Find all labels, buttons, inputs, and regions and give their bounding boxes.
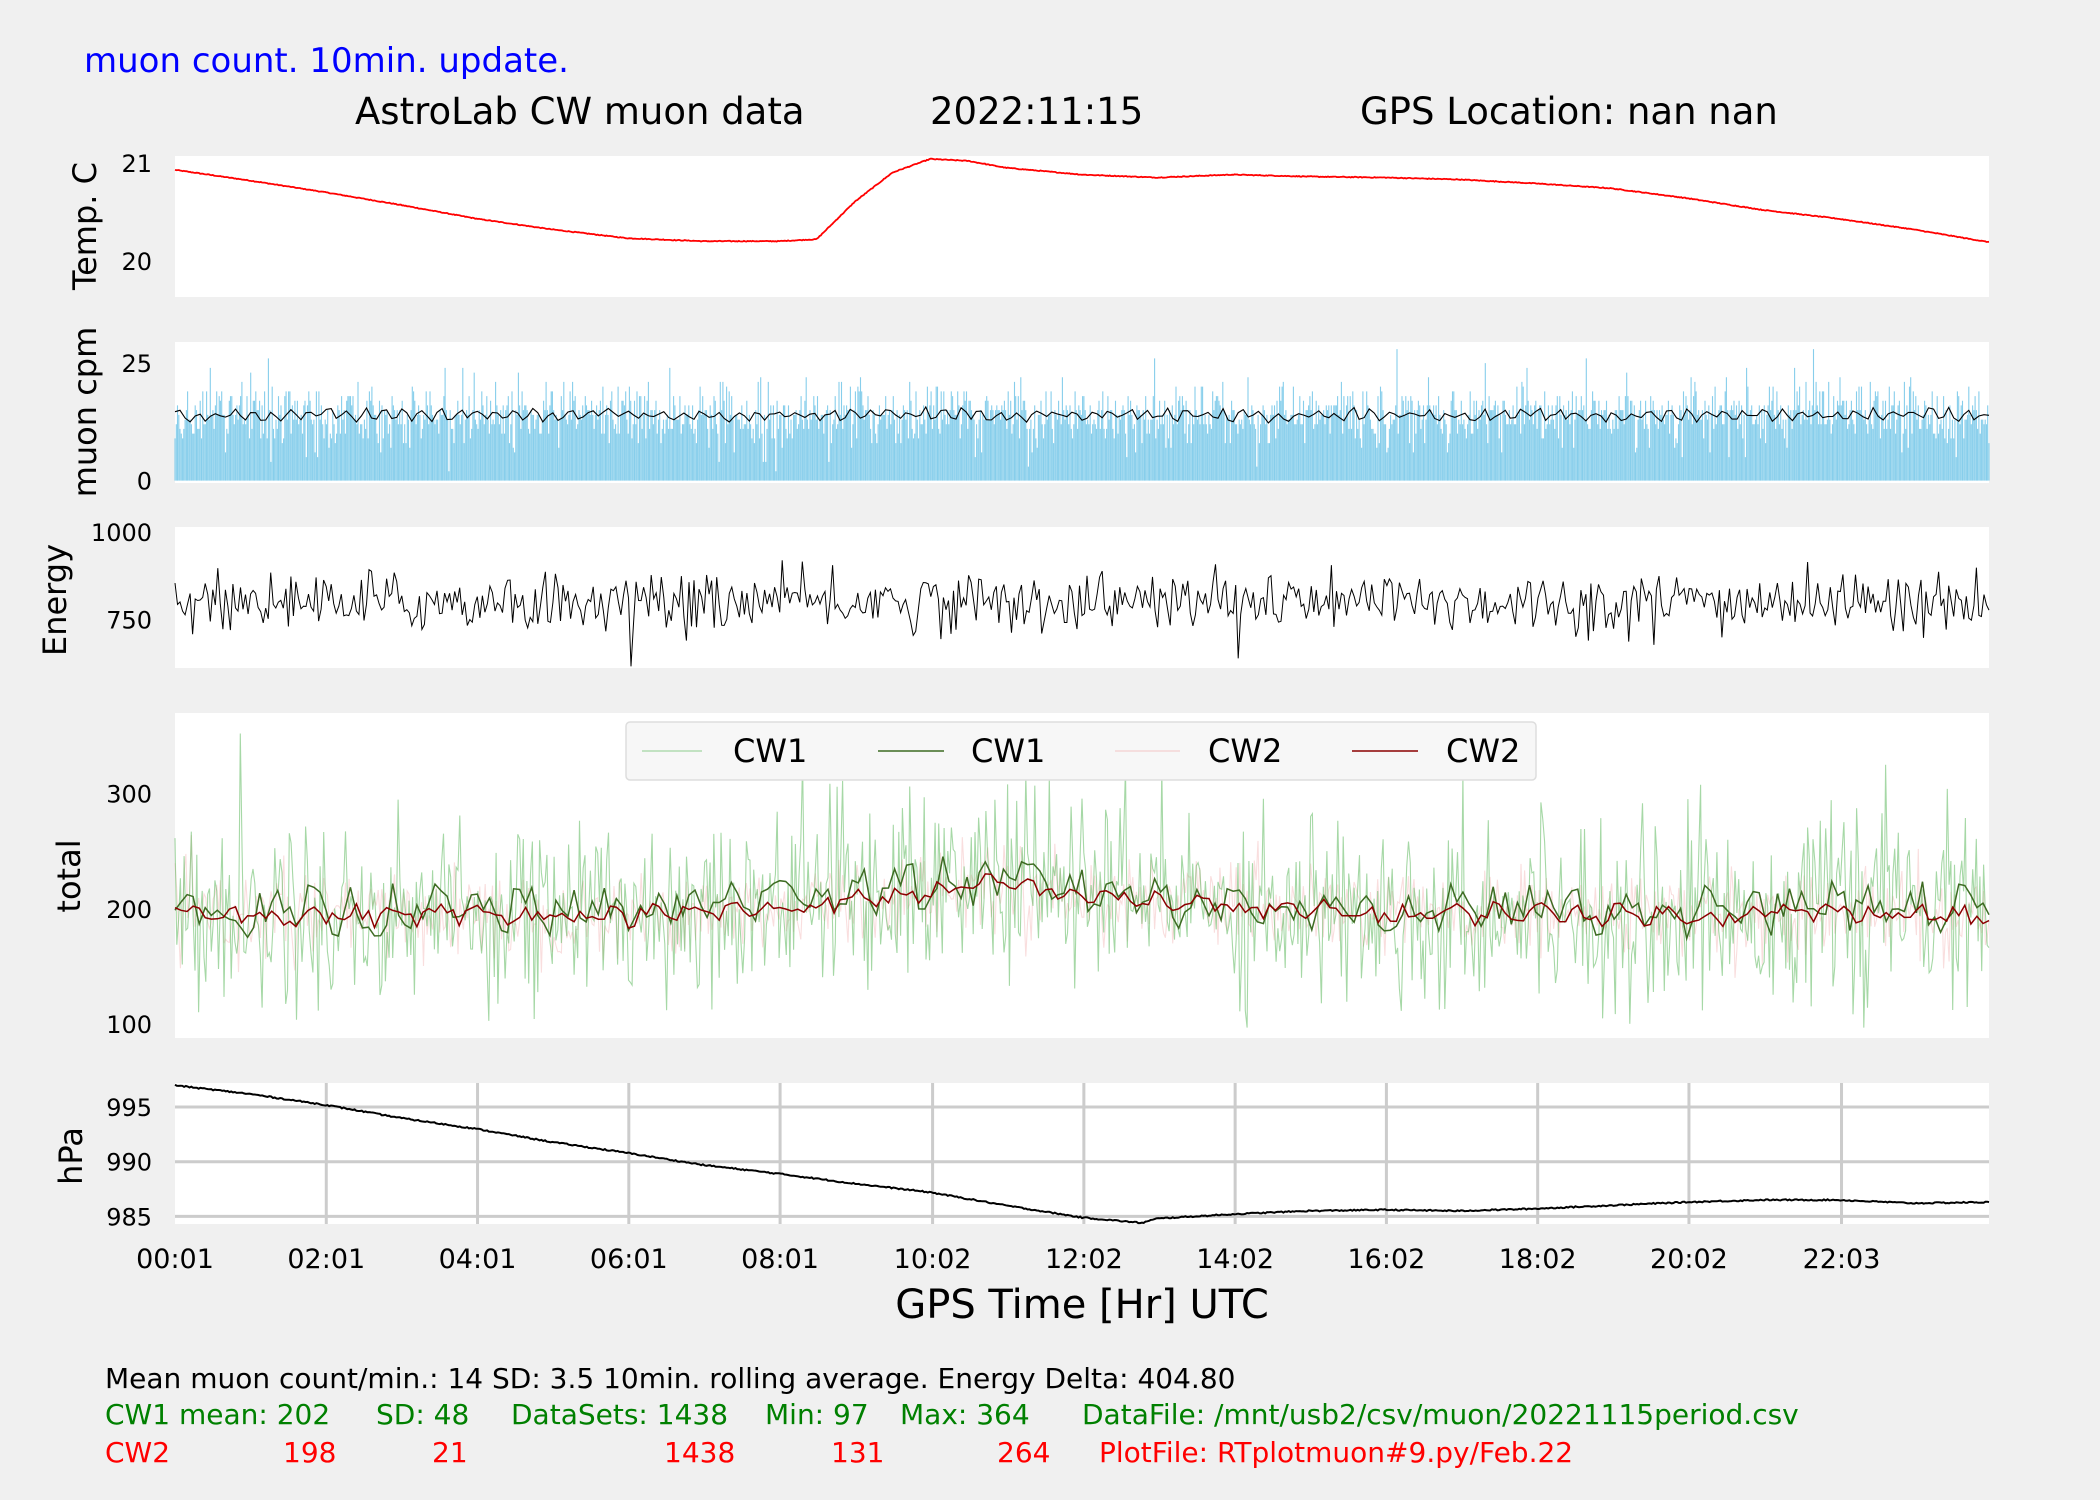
x-tick-label: 00:01 [136,1244,214,1275]
temp-ytick-label: 20 [121,248,152,276]
cw2-datasets: 1438 [664,1436,735,1469]
chart-title: AstroLab CW muon data [355,90,805,133]
footer-summary: Mean muon count/min.: 14 SD: 3.5 10min. … [105,1362,1235,1395]
cw2-max: 264 [997,1436,1050,1469]
footer-stats: Mean muon count/min.: 14 SD: 3.5 10min. … [105,1362,1799,1469]
legend-label-cw2-raw: CW2 [1208,732,1282,770]
x-axis-label: GPS Time [Hr] UTC [895,1282,1269,1328]
energy-ytick-label: 750 [106,606,152,634]
x-tick-label: 10:02 [894,1244,972,1275]
energy-yticks: 750 1000 [91,519,152,634]
total-ytick-label: 100 [106,1011,152,1039]
legend: CW1 CW1 CW2 CW2 [625,721,1537,781]
x-tick-label: 12:02 [1045,1244,1123,1275]
energy-ytick-label: 1000 [91,519,152,547]
x-tick-label: 16:02 [1348,1244,1426,1275]
cw1-mean: CW1 mean: 202 [105,1398,330,1431]
total-ytick-label: 200 [106,896,152,924]
cw1-sd: SD: 48 [376,1398,469,1431]
temp-panel: 2021 Temp. C [66,150,1990,297]
hpa-ytick-label: 990 [106,1149,152,1177]
legend-label-cw1-raw: CW1 [733,732,807,770]
gps-location: GPS Location: nan nan [1360,90,1778,133]
figure: muon count. 10min. update. AstroLab CW m… [36,41,1990,1469]
x-tick-label: 08:01 [741,1244,819,1275]
cw2-min: 131 [831,1436,884,1469]
cw2-plotfile: PlotFile: RTplotmuon#9.py/Feb.22 [1099,1436,1573,1469]
total-yticks: 100 200 300 [106,781,152,1039]
muon-panel: 0 25 muon cpm [66,327,1990,498]
hpa-ytick-label: 995 [106,1094,152,1122]
muon-ylabel: muon cpm [66,327,104,498]
hpa-plot-area [175,1083,1989,1224]
x-tick-label: 02:01 [287,1244,365,1275]
temp-plot-area [175,156,1989,297]
temp-yticks: 2021 [121,150,152,276]
energy-panel: 750 1000 Energy [36,519,1990,668]
muon-plot-area [175,342,1989,483]
total-panel: 100 200 300 total CW1 CW1 CW2 CW2 [50,713,1990,1039]
cw1-max: Max: 364 [900,1398,1030,1431]
temp-ylabel: Temp. C [66,162,104,291]
cw2-sd: 21 [432,1436,468,1469]
x-tick-label: 04:01 [439,1244,517,1275]
update-note: muon count. 10min. update. [84,41,569,81]
energy-plot-area [175,527,1989,668]
legend-label-cw1-avg: CW1 [971,732,1045,770]
hpa-panel: 985 990 995 hPa [52,1083,1990,1231]
hpa-yticks: 985 990 995 [106,1094,152,1231]
temp-ytick-label: 21 [121,150,152,178]
cw2-mean: 198 [283,1436,336,1469]
muon-ytick-label: 25 [121,350,152,378]
muon-yticks: 0 25 [121,350,152,496]
muon-ytick-label: 0 [137,468,152,496]
hpa-ytick-label: 985 [106,1203,152,1231]
cw1-datasets: DataSets: 1438 [511,1398,728,1431]
x-tick-label: 14:02 [1196,1244,1274,1275]
cw1-min: Min: 97 [765,1398,869,1431]
cw2-label: CW2 [105,1436,170,1469]
x-tick-labels: 00:01 02:01 04:01 06:01 08:01 10:02 12:02 14:02… [136,1244,1880,1275]
total-ylabel: total [50,839,88,912]
hpa-ylabel: hPa [52,1127,90,1185]
x-tick-label: 06:01 [590,1244,668,1275]
x-tick-label: 18:02 [1499,1244,1577,1275]
x-tick-label: 22:03 [1803,1244,1881,1275]
energy-ylabel: Energy [36,544,74,656]
cw1-datafile: DataFile: /mnt/usb2/csv/muon/20221115per… [1082,1398,1799,1431]
legend-label-cw2-avg: CW2 [1446,732,1520,770]
chart-date: 2022:11:15 [930,90,1143,133]
total-ytick-label: 300 [106,781,152,809]
x-tick-label: 20:02 [1650,1244,1728,1275]
